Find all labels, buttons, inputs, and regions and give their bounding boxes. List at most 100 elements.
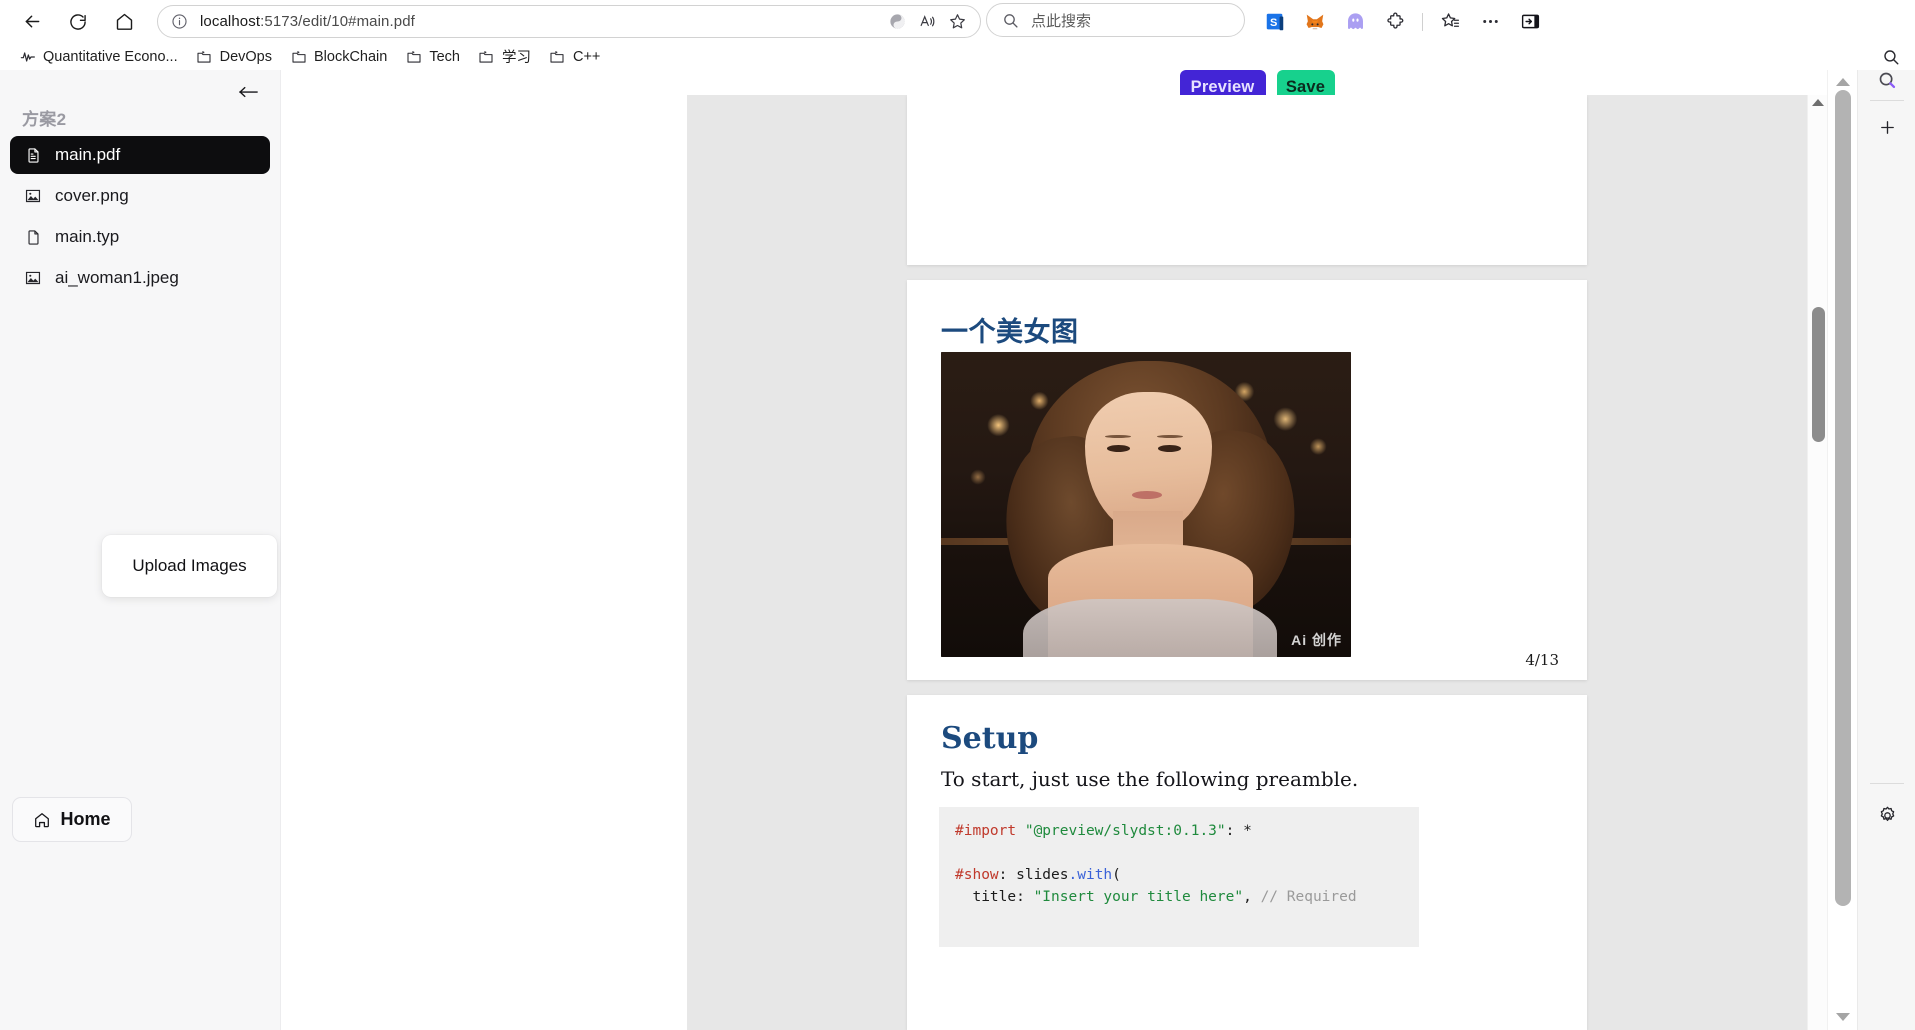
pdf-scrollbar[interactable] bbox=[1807, 95, 1827, 1030]
triangle-down-icon[interactable] bbox=[1836, 1013, 1850, 1021]
bookmark-label: Quantitative Econo... bbox=[43, 49, 178, 65]
code-token-import: #import bbox=[955, 823, 1016, 839]
image-icon bbox=[23, 268, 43, 288]
browser-toolbar: localhost:5173/edit/10#main.pdf bbox=[0, 0, 1915, 43]
pdf-viewer[interactable]: 一个美女图 bbox=[687, 95, 1827, 1030]
code-token-with: .with bbox=[1069, 867, 1113, 883]
pdf-scroll-area: 一个美女图 bbox=[687, 95, 1807, 1030]
extension-puzzle-icon[interactable] bbox=[1377, 4, 1413, 40]
folder-icon bbox=[405, 48, 422, 65]
file-name: main.pdf bbox=[55, 145, 120, 165]
bookmark-tech[interactable]: Tech bbox=[398, 46, 467, 68]
copilot-search-icon[interactable] bbox=[1872, 70, 1902, 95]
extensions-tray: S bbox=[1255, 0, 1550, 43]
sidebar-toggle-icon[interactable] bbox=[1512, 4, 1548, 40]
extension-phantom-icon[interactable] bbox=[1337, 4, 1373, 40]
portrait-photo: Ai 创作 bbox=[941, 352, 1351, 657]
editor-column bbox=[281, 70, 687, 1030]
upload-images-button[interactable]: Upload Images bbox=[102, 535, 277, 597]
edge-sidebar-rail bbox=[1857, 70, 1915, 1030]
bookmark-xuexi[interactable]: 学习 bbox=[471, 46, 538, 68]
pdf-page-setup-slide: Setup To start, just use the following p… bbox=[907, 695, 1587, 1030]
extension-metamask-icon[interactable] bbox=[1297, 4, 1333, 40]
site-info-icon[interactable] bbox=[169, 12, 189, 32]
address-path: :5173/edit/10#main.pdf bbox=[260, 13, 415, 30]
photo-eye-right bbox=[1158, 445, 1181, 452]
code-token-title-value: "Insert your title here" bbox=[1034, 889, 1244, 905]
extension-s-icon[interactable]: S bbox=[1257, 4, 1293, 40]
bookmark-label: C++ bbox=[573, 49, 600, 65]
app-sidebar: 方案2 main.pdf bbox=[0, 70, 281, 1030]
read-aloud-icon[interactable] bbox=[912, 7, 942, 37]
pdf-page-image-slide: 一个美女图 bbox=[907, 280, 1587, 680]
file-item-cover-png[interactable]: cover.png bbox=[10, 177, 270, 215]
home-button[interactable]: Home bbox=[12, 797, 132, 842]
photo-lips bbox=[1132, 491, 1163, 499]
code-token-comment: // Required bbox=[1261, 889, 1357, 905]
bookmark-label: 学习 bbox=[502, 46, 531, 67]
slide-title: Setup bbox=[941, 721, 1038, 756]
search-bar[interactable]: 点此搜索 bbox=[986, 3, 1245, 37]
folder-icon bbox=[478, 48, 495, 65]
bookmark-label: Tech bbox=[429, 49, 460, 65]
split-screen-icon[interactable] bbox=[882, 7, 912, 37]
search-input-placeholder[interactable]: 点此搜索 bbox=[1031, 10, 1091, 31]
slide-title: 一个美女图 bbox=[941, 310, 1079, 349]
file-list: main.pdf cover.png bbox=[10, 136, 270, 300]
settings-more-icon[interactable] bbox=[1472, 4, 1508, 40]
photo-dress bbox=[1023, 599, 1277, 657]
home-icon bbox=[33, 811, 51, 829]
file-name: cover.png bbox=[55, 186, 129, 206]
reload-button[interactable] bbox=[60, 4, 96, 40]
bookmarks-bar: Quantitative Econo... DevOps BlockChain … bbox=[0, 43, 1915, 70]
address-bar[interactable]: localhost:5173/edit/10#main.pdf bbox=[157, 5, 981, 38]
page-scrollbar[interactable] bbox=[1827, 70, 1857, 1030]
file-name: main.typ bbox=[55, 227, 119, 247]
folder-icon bbox=[290, 48, 307, 65]
home-button-label: Home bbox=[60, 809, 110, 830]
file-item-main-typ[interactable]: main.typ bbox=[10, 218, 270, 256]
back-button[interactable] bbox=[14, 4, 50, 40]
project-title: 方案2 bbox=[22, 105, 66, 130]
rail-divider-bottom bbox=[1870, 783, 1904, 784]
file-name: ai_woman1.jpeg bbox=[55, 268, 179, 288]
toolbar-divider bbox=[1422, 13, 1423, 31]
file-text-icon bbox=[23, 145, 43, 165]
code-token-show: #show bbox=[955, 867, 999, 883]
file-item-ai-woman1-jpeg[interactable]: ai_woman1.jpeg bbox=[10, 259, 270, 297]
image-icon bbox=[23, 186, 43, 206]
bookmark-cpp[interactable]: C++ bbox=[542, 46, 607, 68]
code-token-import-path: "@preview/slydst:0.1.3" bbox=[1025, 823, 1226, 839]
add-favorite-icon[interactable] bbox=[942, 7, 972, 37]
search-icon bbox=[1001, 11, 1019, 29]
code-block: #import "@preview/slydst:0.1.3": * #show… bbox=[939, 807, 1419, 947]
svg-text:S: S bbox=[1270, 17, 1277, 29]
favorites-icon[interactable] bbox=[1432, 4, 1468, 40]
pdf-scroll-thumb[interactable] bbox=[1812, 307, 1825, 442]
pdf-page-blank bbox=[907, 95, 1587, 265]
add-tool-icon[interactable] bbox=[1872, 112, 1902, 142]
slide-image: Ai 创作 bbox=[941, 352, 1351, 657]
rail-divider-top bbox=[1870, 100, 1904, 101]
slide-paragraph: To start, just use the following preambl… bbox=[941, 767, 1358, 791]
home-button-browser[interactable] bbox=[106, 4, 142, 40]
web-page-viewport: 方案2 main.pdf bbox=[0, 70, 1915, 1030]
file-item-main-pdf[interactable]: main.pdf bbox=[10, 136, 270, 174]
triangle-up-icon[interactable] bbox=[1836, 78, 1850, 86]
address-bar-text: localhost:5173/edit/10#main.pdf bbox=[200, 13, 415, 30]
bookmark-quantitative-economics[interactable]: Quantitative Econo... bbox=[12, 46, 185, 68]
bookmark-label: BlockChain bbox=[314, 49, 387, 65]
bookmark-label: DevOps bbox=[220, 49, 272, 65]
photo-eye-left bbox=[1107, 445, 1130, 452]
image-watermark: Ai 创作 bbox=[1291, 630, 1342, 650]
bookmark-blockchain[interactable]: BlockChain bbox=[283, 46, 394, 68]
collapse-sidebar-button[interactable] bbox=[234, 80, 262, 104]
page-scroll-thumb[interactable] bbox=[1835, 90, 1851, 906]
address-host: localhost bbox=[200, 13, 260, 30]
triangle-up-icon[interactable] bbox=[1812, 99, 1824, 106]
bookmark-devops[interactable]: DevOps bbox=[189, 46, 279, 68]
folder-icon bbox=[549, 48, 566, 65]
bookmarks-search-icon[interactable] bbox=[1881, 47, 1901, 67]
slide-page-number: 4/13 bbox=[1525, 651, 1559, 669]
rail-settings-icon[interactable] bbox=[1872, 800, 1902, 830]
